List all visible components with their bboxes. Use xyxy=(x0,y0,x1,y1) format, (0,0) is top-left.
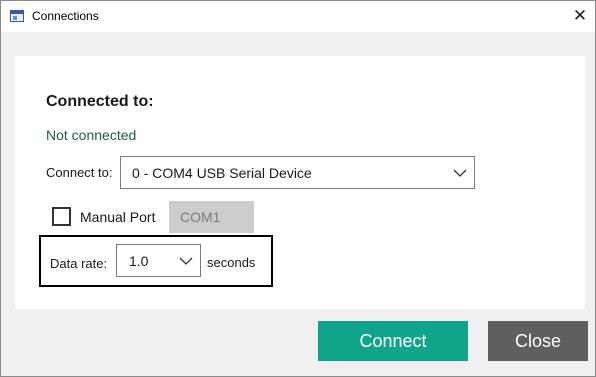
data-rate-value: 1.0 xyxy=(129,253,149,269)
window-app-icon xyxy=(10,10,24,22)
manual-port-checkbox[interactable] xyxy=(52,207,71,226)
connected-heading: Connected to: xyxy=(46,93,154,110)
title-bar[interactable]: Connections ✕ xyxy=(1,1,595,32)
connect-to-label: Connect to: xyxy=(46,165,113,180)
chevron-down-icon xyxy=(453,169,467,177)
connection-status: Not connected xyxy=(46,127,137,143)
manual-port-input[interactable]: COM1 xyxy=(169,201,254,233)
connections-dialog: Connections ✕ Connected to: Not connecte… xyxy=(0,0,596,377)
data-rate-unit: seconds xyxy=(207,255,256,270)
chevron-down-icon xyxy=(179,257,193,265)
device-dropdown-value: 0 - COM4 USB Serial Device xyxy=(132,165,312,181)
connect-button[interactable]: Connect xyxy=(318,321,468,361)
manual-port-value: COM1 xyxy=(180,209,221,225)
device-dropdown[interactable]: 0 - COM4 USB Serial Device xyxy=(120,156,475,189)
close-button[interactable]: Close xyxy=(488,321,588,361)
window-title: Connections xyxy=(32,9,99,23)
data-rate-dropdown[interactable]: 1.0 xyxy=(116,244,201,277)
data-rate-label: Data rate: xyxy=(50,256,108,271)
manual-port-label: Manual Port xyxy=(80,209,156,225)
close-window-icon[interactable]: ✕ xyxy=(567,4,593,28)
